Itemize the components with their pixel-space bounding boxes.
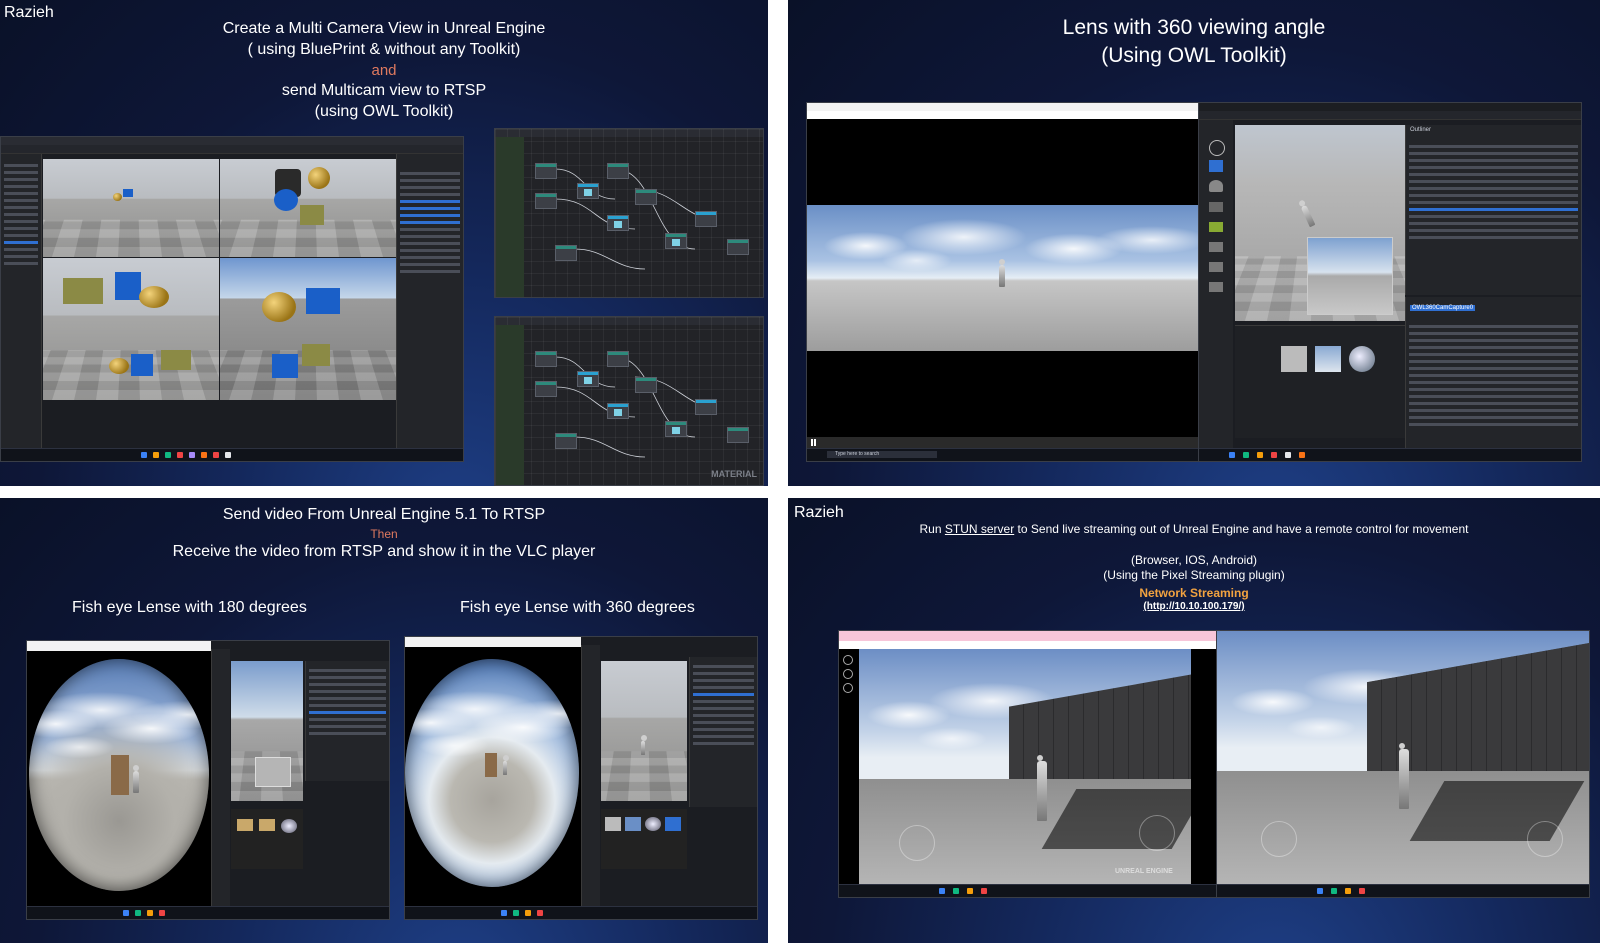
graph-watermark: MATERIAL <box>711 469 757 479</box>
right-joystick-2[interactable] <box>1527 821 1563 857</box>
ue-editor-screenshot <box>0 136 464 462</box>
fisheye-180-view <box>29 659 209 891</box>
author-label-2: Razieh <box>794 504 844 521</box>
blueprint-wires-bottom <box>554 356 716 458</box>
film-icon <box>1209 242 1223 252</box>
streaming-line1: Run STUN server to Send live streaming o… <box>919 522 1469 536</box>
browser-stream-window: UNREAL ENGINE <box>838 630 1218 898</box>
ue-editor-owl: Outliner OWL360CamCapture0 <box>1198 102 1582 462</box>
network-streaming-label: Network Streaming <box>1139 586 1249 600</box>
caption-180: Fish eye Lense with 180 degrees <box>72 599 307 616</box>
browser-tabbar <box>839 631 1217 641</box>
person-icon <box>1209 262 1223 272</box>
viewport-360[interactable] <box>601 661 687 801</box>
barrel-360 <box>485 753 497 777</box>
pause-icon[interactable] <box>811 439 816 446</box>
brush-icon <box>1209 282 1223 292</box>
multicam-title-line4: (using OWL Toolkit) <box>314 103 454 120</box>
panel-lens360: Lens with 360 viewing angle (Using OWL T… <box>788 0 1600 486</box>
blueprint-wires-top <box>554 168 716 270</box>
streaming-url[interactable]: (http://10.10.100.179/) <box>788 601 1600 612</box>
lens360-title-line1: Lens with 360 viewing angle <box>1062 16 1326 39</box>
blueprint-graph-top <box>494 128 764 298</box>
remote-stream-view <box>1216 630 1590 898</box>
rtsp-title-line1: Send video From Unreal Engine 5.1 To RTS… <box>222 506 546 523</box>
panel-rtsp: Send video From Unreal Engine 5.1 To RTS… <box>0 498 768 943</box>
capture-preview <box>1307 237 1393 315</box>
windows-taskbar-2: Type here to search <box>807 448 1199 461</box>
rtsp-title-line2: Receive the video from RTSP and show it … <box>172 543 596 560</box>
vlc-menubar <box>807 111 1199 119</box>
asset-thumb-2[interactable] <box>1315 346 1341 372</box>
clock-icon <box>1209 140 1225 156</box>
windows-taskbar <box>1 448 463 461</box>
panorama-360-view <box>807 205 1199 351</box>
barrel <box>111 755 129 795</box>
camera-view-1 <box>43 159 219 257</box>
rtsp-connector: Then <box>370 527 398 541</box>
stun-server-link[interactable]: STUN server <box>945 522 1014 536</box>
camera-view-3 <box>43 258 219 400</box>
asset-thumb-3[interactable] <box>1349 346 1375 372</box>
asset-thumb-1[interactable] <box>1281 346 1307 372</box>
ue-editor-180 <box>211 641 389 907</box>
windows-taskbar-6 <box>839 884 1217 897</box>
panel-multicam: Razieh Create a Multi Camera View in Unr… <box>0 0 768 486</box>
ue-left-panel <box>1 154 42 449</box>
windows-taskbar-4 <box>27 906 389 919</box>
windows-taskbar-7 <box>1217 884 1589 897</box>
multicam-title-line3: send Multicam view to RTSP <box>281 82 487 99</box>
pixel-stream-view[interactable]: UNREAL ENGINE <box>859 649 1191 885</box>
left-joystick[interactable] <box>899 825 935 861</box>
left-joystick-2[interactable] <box>1261 821 1297 857</box>
selected-component[interactable]: OWL360CamCapture0 <box>1410 305 1476 311</box>
outliner-label: Outliner <box>1410 127 1432 133</box>
multicam-title-line1: Create a Multi Camera View in Unreal Eng… <box>222 20 546 37</box>
streaming-line2: (Browser, IOS, Android) <box>1130 553 1258 567</box>
viewport-180[interactable] <box>231 661 303 801</box>
ue-editor-360 <box>581 637 757 907</box>
engine-watermark: UNREAL ENGINE <box>1115 868 1173 875</box>
blueprint-graph-bottom: MATERIAL <box>494 316 764 486</box>
ue-toolbox <box>1199 120 1233 449</box>
search-box[interactable]: Type here to search <box>827 451 937 458</box>
pixel-stream-view-2[interactable] <box>1217 631 1589 885</box>
streaming-line3: (Using the Pixel Streaming plugin) <box>1103 568 1285 582</box>
fisheye-360-screenshot <box>404 636 758 920</box>
multicam-title-line2: ( using BluePrint & without any Toolkit) <box>247 41 521 58</box>
cube-icon <box>1209 202 1223 212</box>
multicam-connector: and <box>371 62 397 79</box>
outliner-panel: Outliner <box>1405 125 1581 295</box>
ue-details-panel <box>396 154 463 449</box>
control-icon-1[interactable] <box>843 655 853 665</box>
fisheye-180-screenshot <box>26 640 390 920</box>
lightbulb-icon <box>1209 180 1223 192</box>
windows-taskbar-3 <box>1199 448 1581 461</box>
owl-viewport[interactable] <box>1235 125 1405 321</box>
foliage-icon <box>1209 222 1223 232</box>
windows-taskbar-5 <box>405 906 757 919</box>
control-icon-2[interactable] <box>843 669 853 679</box>
ue-toolbar <box>1 145 463 154</box>
browser-addressbar[interactable] <box>839 641 1217 649</box>
fisheye-360-view <box>405 659 579 887</box>
vlc-titlebar <box>807 103 1199 111</box>
control-icon-3[interactable] <box>843 683 853 693</box>
caption-360: Fish eye Lense with 360 degrees <box>460 599 695 616</box>
panel-streaming: Razieh Run STUN server to Send live stre… <box>788 498 1600 943</box>
selection-mode-icon[interactable] <box>1209 160 1223 172</box>
lens360-title-line2: (Using OWL Toolkit) <box>1101 44 1287 67</box>
vlc-player-window: Type here to search <box>806 102 1200 462</box>
right-joystick[interactable] <box>1139 815 1175 851</box>
camera-view-2 <box>220 159 396 257</box>
search-placeholder: Type here to search <box>835 451 880 457</box>
content-browser <box>1235 325 1405 438</box>
camera-view-4 <box>220 258 396 400</box>
details-panel: OWL360CamCapture0 <box>1405 297 1581 449</box>
ue-menubar <box>1 137 463 145</box>
